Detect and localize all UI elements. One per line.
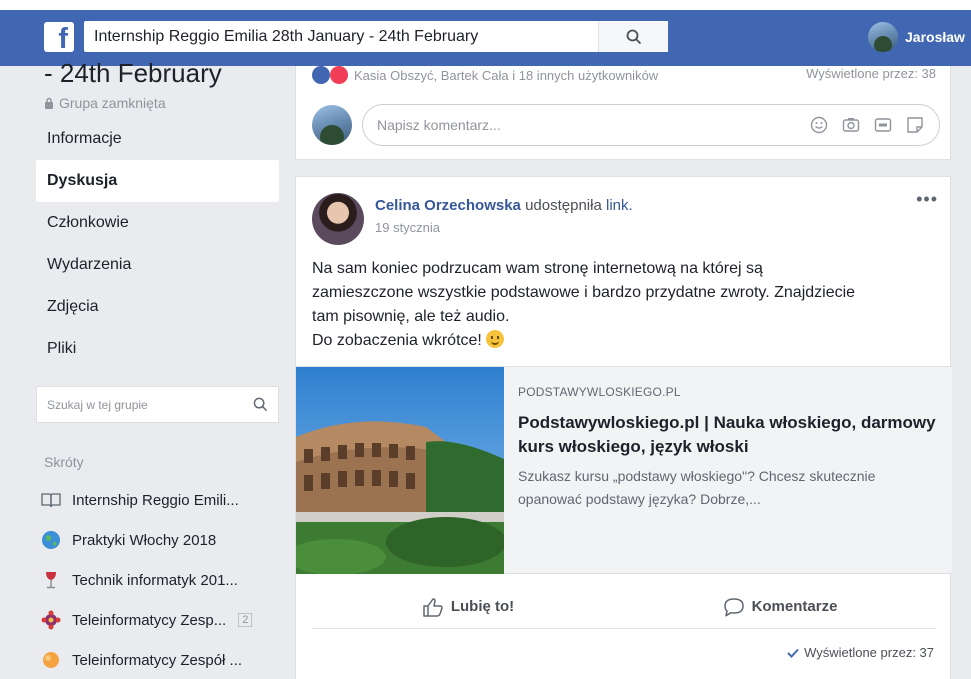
colosseum-photo [296,367,504,574]
global-search-input[interactable]: Internship Reggio Emilia 28th January - … [84,28,598,46]
reactions-summary[interactable]: Kasia Obszyć, Bartek Cała i 18 innych uż… [312,66,658,84]
lock-icon [45,97,53,109]
shortcut-item[interactable]: Technik informatyk 201... [40,560,280,600]
shortcut-label[interactable]: Teleinformatycy Zespół ... [72,652,242,669]
link-preview-description: Szukasz kursu „podstawy włoskiego"? Chce… [518,468,876,507]
author-avatar[interactable] [312,193,364,245]
nav-item-zdjecia[interactable]: Zdjęcia [36,286,279,328]
search-icon [626,29,641,44]
link-preview-body[interactable]: PODSTAWYWLOSKIEGO.PL Podstawywloskiego.p… [504,367,952,573]
post-body: Na sam koniec podrzucam wam stronę inter… [312,257,942,353]
post-timestamp[interactable]: 19 stycznia [375,220,633,235]
shortcut-item[interactable]: Teleinformatycy Zespół ... [40,640,280,679]
notification-count-badge: 2 [238,613,253,627]
user-name[interactable]: Jarosław [905,29,965,45]
user-avatar[interactable] [868,22,898,52]
shortcut-label[interactable]: Teleinformatycy Zesp... [72,612,226,629]
wine-glass-icon [40,569,62,591]
global-search-box[interactable]: Internship Reggio Emilia 28th January - … [84,21,668,52]
search-button[interactable] [598,21,668,52]
gear-flower-icon [40,609,62,631]
camera-icon[interactable] [841,115,861,135]
user-profile-link[interactable]: Jarosław [868,22,965,52]
post-seen-count[interactable]: Wyświetlone przez: 37 [804,645,934,660]
shortcuts-heading: Skróty [44,454,84,470]
shortcut-item[interactable]: Internship Reggio Emili... [40,480,280,520]
comment-bubble-icon [723,597,744,616]
emoji-icon[interactable] [809,115,829,135]
post-text-line: tam pisownię, ale też audio. [312,308,510,325]
post-text-line: Do zobaczenia wkrótce! [312,332,482,349]
orange-blob-icon [40,649,62,671]
group-privacy-label: Grupa zamknięta [59,95,166,111]
post-text-line: Na sam koniec podrzucam wam stronę inter… [312,260,763,277]
smiley-emoji-icon [486,330,505,348]
post-author-link[interactable]: Celina Orzechowska [375,197,521,214]
seen-by-count[interactable]: Wyświetlone przez: 38 [806,66,936,81]
shortcut-label[interactable]: Technik informatyk 201... [72,572,238,589]
group-title[interactable]: - 24th February [44,58,222,89]
shortcut-label[interactable]: Internship Reggio Emili... [72,492,239,509]
comment-attachments [809,115,925,135]
previous-post-footer: Kasia Obszyć, Bartek Cała i 18 innych uż… [295,66,951,160]
group-privacy: Grupa zamknięta [44,95,166,111]
post-author-line: Celina Orzechowska udostępniła link. [375,197,633,214]
comment-composer: Napisz komentarz... [312,104,940,146]
post-seen-by[interactable]: Wyświetlone przez: 37 [787,645,934,660]
post-meta: Celina Orzechowska udostępniła link. 19 … [375,193,633,245]
reactions-text[interactable]: Kasia Obszyć, Bartek Cała i 18 innych uż… [354,68,658,83]
post-actions-bar: Lubię to! Komentarze [312,585,936,629]
comment-input[interactable]: Napisz komentarz... [362,104,940,146]
shortcut-label[interactable]: Praktyki Włochy 2018 [72,532,216,549]
group-search-input[interactable]: Szukaj w tej grupie [37,398,242,412]
post-action-text: udostępniła [525,197,602,214]
search-icon [253,397,267,412]
nav-item-informacje[interactable]: Informacje [36,118,279,160]
post-shared-link[interactable]: link. [606,197,633,214]
comment-button[interactable]: Komentarze [624,585,936,628]
link-preview-domain: PODSTAWYWLOSKIEGO.PL [518,385,681,399]
thumbs-up-icon [423,597,443,617]
commenter-avatar [312,105,352,145]
globe-icon [40,529,62,551]
love-reaction-icon [330,66,348,84]
nav-item-pliki[interactable]: Pliki [36,328,279,370]
like-label[interactable]: Lubię to! [451,598,514,615]
post-header: Celina Orzechowska udostępniła link. 19 … [312,193,633,245]
link-preview-card[interactable]: PODSTAWYWLOSKIEGO.PL Podstawywloskiego.p… [296,366,952,574]
shortcuts-list: Internship Reggio Emili... Praktyki Włoc… [40,480,280,679]
facebook-logo-icon[interactable]: f [44,22,74,52]
book-icon [40,489,62,511]
nav-item-wydarzenia[interactable]: Wydarzenia [36,244,279,286]
post-options-button[interactable]: ••• [916,189,938,210]
link-preview-title[interactable]: Podstawywloskiego.pl | Nauka włoskiego, … [518,411,940,459]
nav-item-dyskusja[interactable]: Dyskusja [36,160,279,202]
post-text-line-last: Do zobaczenia wkrótce! [312,329,942,353]
like-reaction-icon [312,66,330,84]
group-navigation: Informacje Dyskusja Członkowie Wydarzeni… [36,118,279,370]
group-post: Celina Orzechowska udostępniła link. 19 … [295,176,952,679]
shortcut-item[interactable]: Praktyki Włochy 2018 [40,520,280,560]
checkmark-icon [787,648,799,658]
comment-label[interactable]: Komentarze [752,598,838,615]
like-button[interactable]: Lubię to! [312,585,624,628]
group-search-box[interactable]: Szukaj w tej grupie [36,386,279,423]
gif-icon[interactable] [873,115,893,135]
nav-item-czlonkowie[interactable]: Członkowie [36,202,279,244]
group-search-button[interactable] [242,397,278,412]
sticker-icon[interactable] [905,115,925,135]
link-preview-image[interactable] [296,367,504,574]
shortcut-item[interactable]: Teleinformatycy Zesp... 2 [40,600,280,640]
post-text-line: zamieszczone wszystkie podstawowe i bard… [312,284,856,301]
comment-placeholder[interactable]: Napisz komentarz... [377,117,809,133]
